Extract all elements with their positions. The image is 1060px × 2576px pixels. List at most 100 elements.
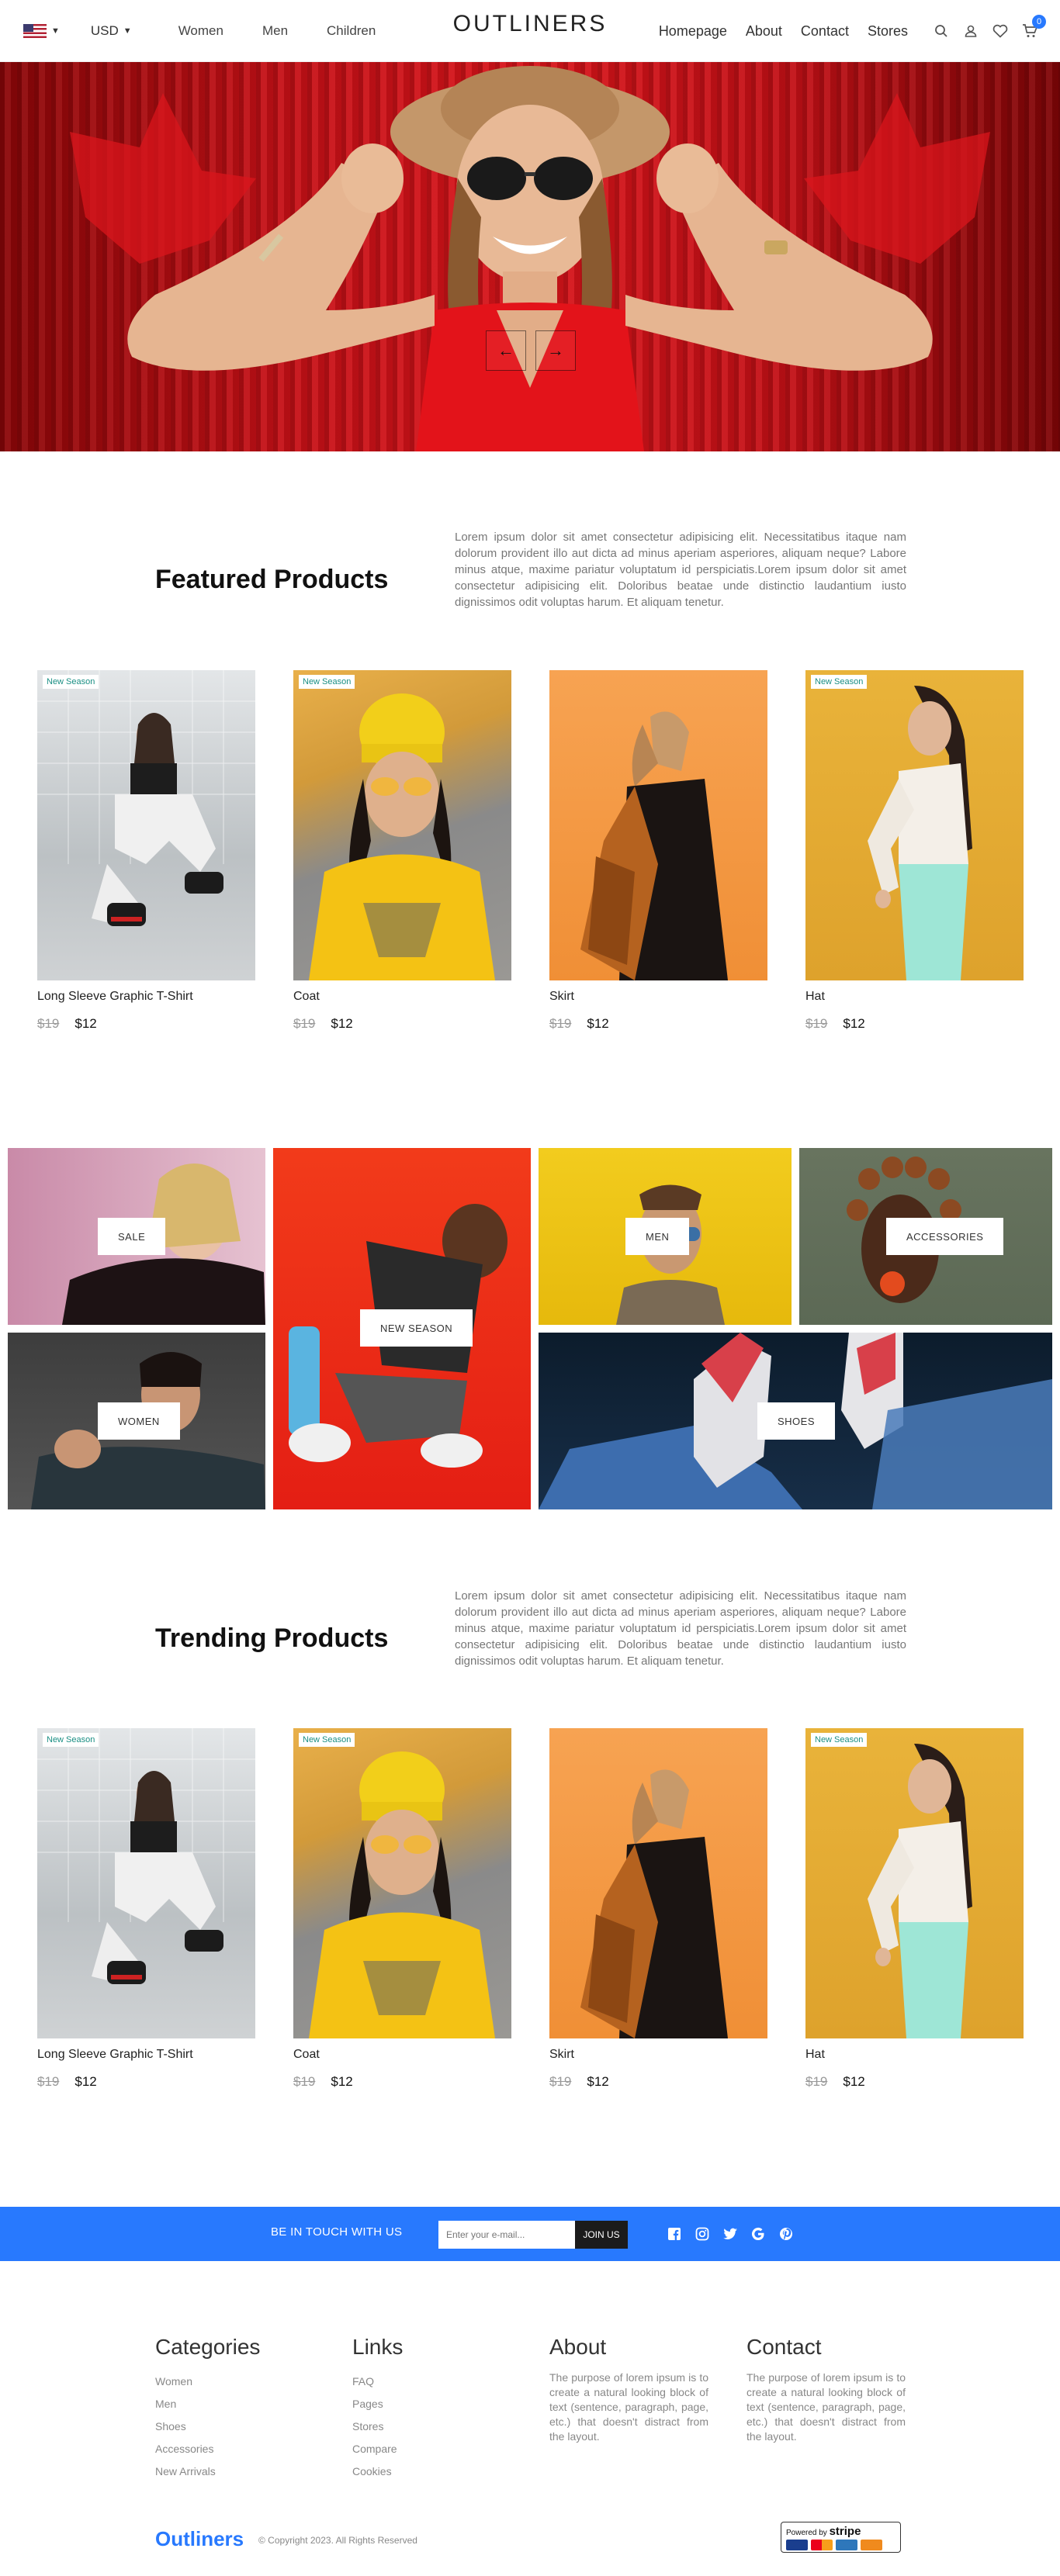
footer-link-men[interactable]: Men <box>155 2393 318 2415</box>
user-icon[interactable] <box>962 22 979 40</box>
site-logo[interactable]: OUTLINERS <box>453 11 608 36</box>
product-old-price: $19 <box>805 1016 828 1031</box>
category-new-season-label[interactable]: NEW SEASON <box>360 1309 473 1347</box>
product-card[interactable]: New Season Hat $19 $12 <box>805 1728 1024 2090</box>
chevron-down-icon: ▼ <box>51 26 60 36</box>
product-image[interactable]: New Season <box>805 670 1024 980</box>
nav-icons: 0 <box>933 15 1046 40</box>
product-card[interactable]: New Season Hat $19 $12 <box>805 670 1024 1032</box>
payment-methods-badge: Powered by stripe <box>781 2522 901 2553</box>
product-image[interactable]: New Season <box>293 670 511 980</box>
product-card[interactable]: New Season Long Sleeve Graphic T-Shirt $… <box>37 670 255 1032</box>
cart-icon[interactable]: 0 <box>1021 15 1046 40</box>
category-new-season[interactable]: NEW SEASON <box>273 1148 531 1509</box>
visa-card-icon <box>786 2540 808 2550</box>
trending-products-title: Trending Products <box>155 1623 389 1653</box>
product-photo-art <box>868 1744 972 2038</box>
trending-products-list: New Season Long Sleeve Graphic T-Shirt $… <box>37 1728 1024 2101</box>
product-card[interactable]: New Season Long Sleeve Graphic T-Shirt $… <box>37 1728 255 2090</box>
category-women[interactable]: WOMEN <box>8 1333 265 1509</box>
category-sale[interactable]: SALE <box>8 1148 265 1325</box>
nav-link-homepage[interactable]: Homepage <box>659 23 727 40</box>
product-old-price: $19 <box>805 2074 828 2089</box>
footer-links: Links FAQ Pages Stores Compare Cookies <box>352 2335 515 2483</box>
join-us-button[interactable]: JOIN US <box>575 2221 628 2249</box>
nav-link-about[interactable]: About <box>746 23 782 40</box>
product-name[interactable]: Coat <box>293 990 511 1004</box>
product-old-price: $19 <box>549 1016 572 1031</box>
footer-link-shoes[interactable]: Shoes <box>155 2415 318 2438</box>
new-season-tag: New Season <box>299 1733 355 1747</box>
product-card[interactable]: New Season Coat $19 $12 <box>293 670 511 1032</box>
category-accessories-label[interactable]: ACCESSORIES <box>886 1218 1004 1255</box>
product-name[interactable]: Long Sleeve Graphic T-Shirt <box>37 2048 255 2062</box>
nav-link-contact[interactable]: Contact <box>801 23 849 40</box>
footer-link-compare[interactable]: Compare <box>352 2438 515 2460</box>
nav-link-women[interactable]: Women <box>178 23 223 39</box>
footer-link-stores[interactable]: Stores <box>352 2415 515 2438</box>
facebook-icon[interactable] <box>666 2225 683 2242</box>
hero-next-button[interactable]: → <box>535 330 576 371</box>
product-photo-art <box>309 693 495 980</box>
nav-link-children[interactable]: Children <box>327 23 376 39</box>
twitter-icon[interactable] <box>722 2225 739 2242</box>
product-name[interactable]: Long Sleeve Graphic T-Shirt <box>37 990 255 1004</box>
google-icon[interactable] <box>750 2225 767 2242</box>
footer-contact-title: Contact <box>747 2335 822 2359</box>
hero-prev-button[interactable]: ← <box>486 330 526 371</box>
product-photo-art <box>37 670 255 926</box>
product-name[interactable]: Hat <box>805 2048 1024 2062</box>
category-women-label[interactable]: WOMEN <box>98 1402 180 1440</box>
footer-link-cookies[interactable]: Cookies <box>352 2460 515 2483</box>
currency-selector[interactable]: USD ▼ <box>91 23 132 39</box>
new-season-tag: New Season <box>43 1733 99 1747</box>
product-prices: $19 $12 <box>805 2074 1024 2090</box>
footer-link-accessories[interactable]: Accessories <box>155 2438 318 2460</box>
country-selector[interactable]: ▼ <box>23 23 60 38</box>
product-old-price: $19 <box>293 2074 316 2089</box>
footer-link-new-arrivals[interactable]: New Arrivals <box>155 2460 318 2483</box>
product-card[interactable]: New Season Coat $19 $12 <box>293 1728 511 2090</box>
footer-categories-title: Categories <box>155 2335 261 2359</box>
category-shoes[interactable]: SHOES <box>539 1333 1052 1509</box>
category-shoes-label[interactable]: SHOES <box>757 1402 836 1440</box>
product-price: $12 <box>331 2074 353 2089</box>
category-men[interactable]: MEN <box>539 1148 792 1325</box>
footer-link-women[interactable]: Women <box>155 2370 318 2393</box>
product-image[interactable]: New Season <box>37 1728 255 2038</box>
trending-products-description: Lorem ipsum dolor sit amet consectetur a… <box>455 1589 906 1668</box>
product-name[interactable]: Skirt <box>549 990 767 1004</box>
pinterest-icon[interactable] <box>778 2225 795 2242</box>
product-card[interactable]: Skirt $19 $12 <box>549 670 767 1032</box>
discover-card-icon <box>861 2540 882 2550</box>
footer-categories: Categories Women Men Shoes Accessories N… <box>155 2335 318 2483</box>
product-card[interactable]: Skirt $19 $12 <box>549 1728 767 2090</box>
category-accessories[interactable]: ACCESSORIES <box>799 1148 1052 1325</box>
footer-contact: Contact The purpose of lorem ipsum is to… <box>747 2335 909 2444</box>
product-prices: $19 $12 <box>37 2074 255 2090</box>
nav-link-men[interactable]: Men <box>262 23 288 39</box>
product-image[interactable]: New Season <box>805 1728 1024 2038</box>
footer-link-faq[interactable]: FAQ <box>352 2370 515 2393</box>
nav-link-stores[interactable]: Stores <box>868 23 908 40</box>
category-men-label[interactable]: MEN <box>625 1218 690 1255</box>
instagram-icon[interactable] <box>694 2225 711 2242</box>
heart-icon[interactable] <box>992 22 1009 40</box>
email-input[interactable] <box>438 2221 575 2249</box>
product-image[interactable] <box>549 1728 767 2038</box>
new-season-tag: New Season <box>811 1733 868 1747</box>
product-name[interactable]: Coat <box>293 2048 511 2062</box>
product-image[interactable]: New Season <box>293 1728 511 2038</box>
product-photo-art <box>868 686 972 980</box>
search-icon[interactable] <box>933 22 950 40</box>
navbar: ▼ USD ▼ Women Men Children OUTLINERS Hom… <box>0 0 1060 62</box>
category-sale-label[interactable]: SALE <box>98 1218 166 1255</box>
product-prices: $19 $12 <box>37 1016 255 1032</box>
footer-brand-logo[interactable]: Outliners <box>155 2527 244 2551</box>
product-image[interactable]: New Season <box>37 670 255 980</box>
product-name[interactable]: Skirt <box>549 2048 767 2062</box>
product-price: $12 <box>843 1016 865 1031</box>
footer-link-pages[interactable]: Pages <box>352 2393 515 2415</box>
product-name[interactable]: Hat <box>805 990 1024 1004</box>
product-image[interactable] <box>549 670 767 980</box>
